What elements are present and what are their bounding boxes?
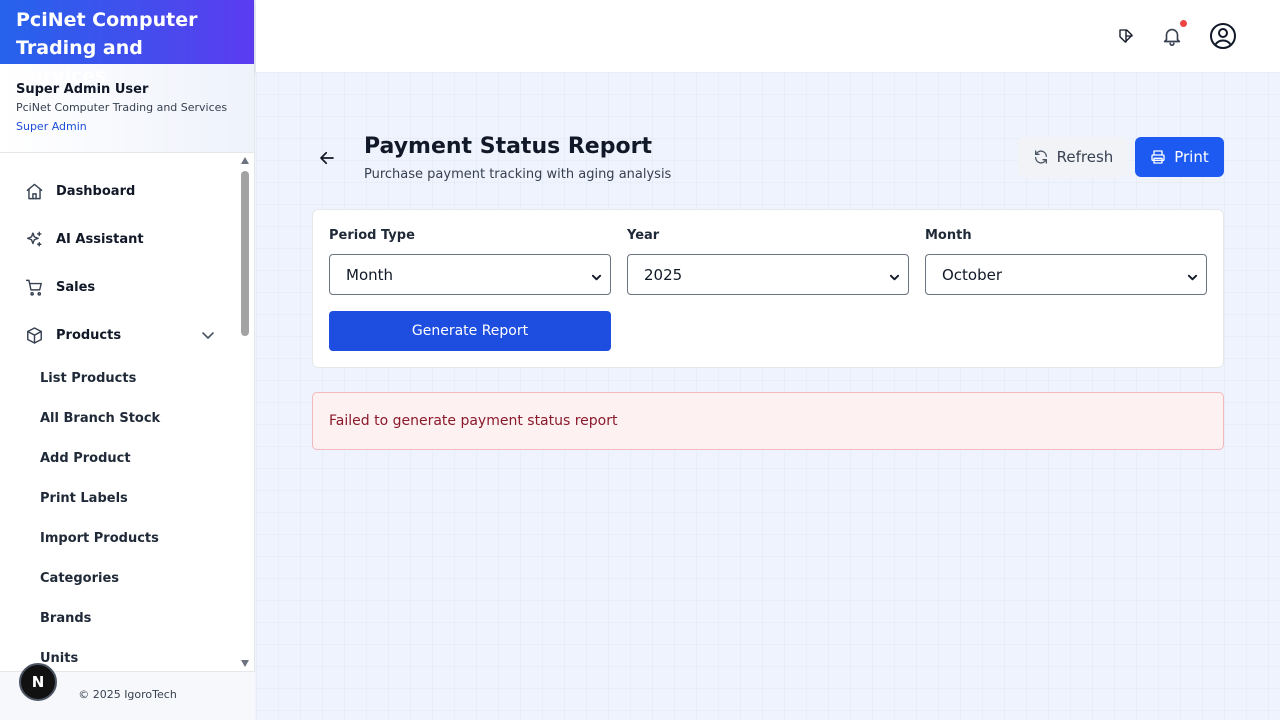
month-select[interactable]: October [925, 254, 1207, 295]
sidebar-scrollbar[interactable] [239, 154, 251, 671]
theme-toggle-icon[interactable] [1116, 26, 1136, 46]
chevron-down-icon [889, 269, 900, 281]
print-label: Print [1174, 148, 1209, 166]
refresh-icon [1033, 149, 1049, 165]
sidebar-item-label: Dashboard [56, 183, 136, 199]
chevron-down-icon [591, 269, 602, 281]
sidebar-nav: Dashboard AI Assistant Sales Products Li… [0, 154, 255, 671]
submenu-item-all-branch-stock[interactable]: All Branch Stock [40, 410, 160, 428]
sidebar-item-sales[interactable]: Sales [0, 269, 240, 305]
month-label: Month [925, 228, 972, 243]
month-value: October [942, 265, 1003, 284]
submenu-item-categories[interactable]: Categories [40, 570, 119, 588]
year-value: 2025 [644, 265, 683, 284]
submenu-item-list-products[interactable]: List Products [40, 370, 136, 388]
bell-icon[interactable] [1160, 23, 1184, 49]
notification-dot [1180, 20, 1187, 27]
scroll-up-arrow-icon[interactable] [241, 157, 249, 164]
sidebar-item-dashboard[interactable]: Dashboard [0, 173, 240, 209]
box-icon [24, 325, 44, 345]
print-button[interactable]: Print [1135, 137, 1224, 177]
user-circle-icon[interactable] [1209, 22, 1237, 50]
year-select[interactable]: 2025 [627, 254, 909, 295]
submenu-item-print-labels[interactable]: Print Labels [40, 490, 128, 508]
period-type-select[interactable]: Month [329, 254, 611, 295]
refresh-button[interactable]: Refresh [1018, 137, 1128, 177]
filter-card: Period Type Month Year 2025 Month Octobe… [312, 209, 1224, 368]
sidebar-item-label: AI Assistant [56, 231, 144, 247]
brand-name-line1: PciNet Computer [16, 9, 198, 31]
printer-icon [1150, 149, 1166, 165]
refresh-label: Refresh [1056, 148, 1114, 166]
brand-header[interactable]: PciNet Computer Trading and Services [0, 0, 254, 87]
page-subtitle: Purchase payment tracking with aging ana… [364, 167, 672, 182]
back-arrow-icon[interactable] [318, 146, 336, 170]
sparkles-icon [24, 229, 44, 249]
scroll-down-arrow-icon[interactable] [241, 660, 249, 667]
generate-report-button[interactable]: Generate Report [329, 311, 611, 351]
page-title: Payment Status Report [364, 134, 652, 159]
chevron-down-icon[interactable] [200, 327, 216, 343]
scrollbar-thumb[interactable] [241, 171, 249, 336]
sidebar: PciNet Computer Trading and Services Sup… [0, 0, 255, 720]
user-role: Super Admin [16, 120, 87, 133]
top-bar [256, 0, 1280, 72]
sidebar-item-ai-assistant[interactable]: AI Assistant [0, 221, 240, 257]
submenu-item-brands[interactable]: Brands [40, 610, 91, 628]
devtools-badge[interactable]: N [19, 663, 57, 701]
home-icon [24, 181, 44, 201]
cart-icon [24, 277, 44, 297]
chevron-down-icon [1187, 269, 1198, 281]
main-content: Payment Status Report Purchase payment t… [256, 72, 1280, 720]
error-message: Failed to generate payment status report [329, 413, 618, 429]
submenu-item-add-product[interactable]: Add Product [40, 450, 131, 468]
error-alert: Failed to generate payment status report [312, 392, 1224, 450]
user-company: PciNet Computer Trading and Services [16, 101, 228, 114]
sidebar-item-label: Products [56, 327, 122, 343]
period-type-value: Month [346, 265, 394, 284]
user-name: Super Admin User [16, 82, 149, 97]
sidebar-item-products[interactable]: Products [0, 317, 240, 353]
submenu-item-import-products[interactable]: Import Products [40, 530, 159, 548]
period-type-label: Period Type [329, 228, 415, 243]
year-label: Year [627, 228, 660, 243]
sidebar-item-label: Sales [56, 279, 96, 295]
